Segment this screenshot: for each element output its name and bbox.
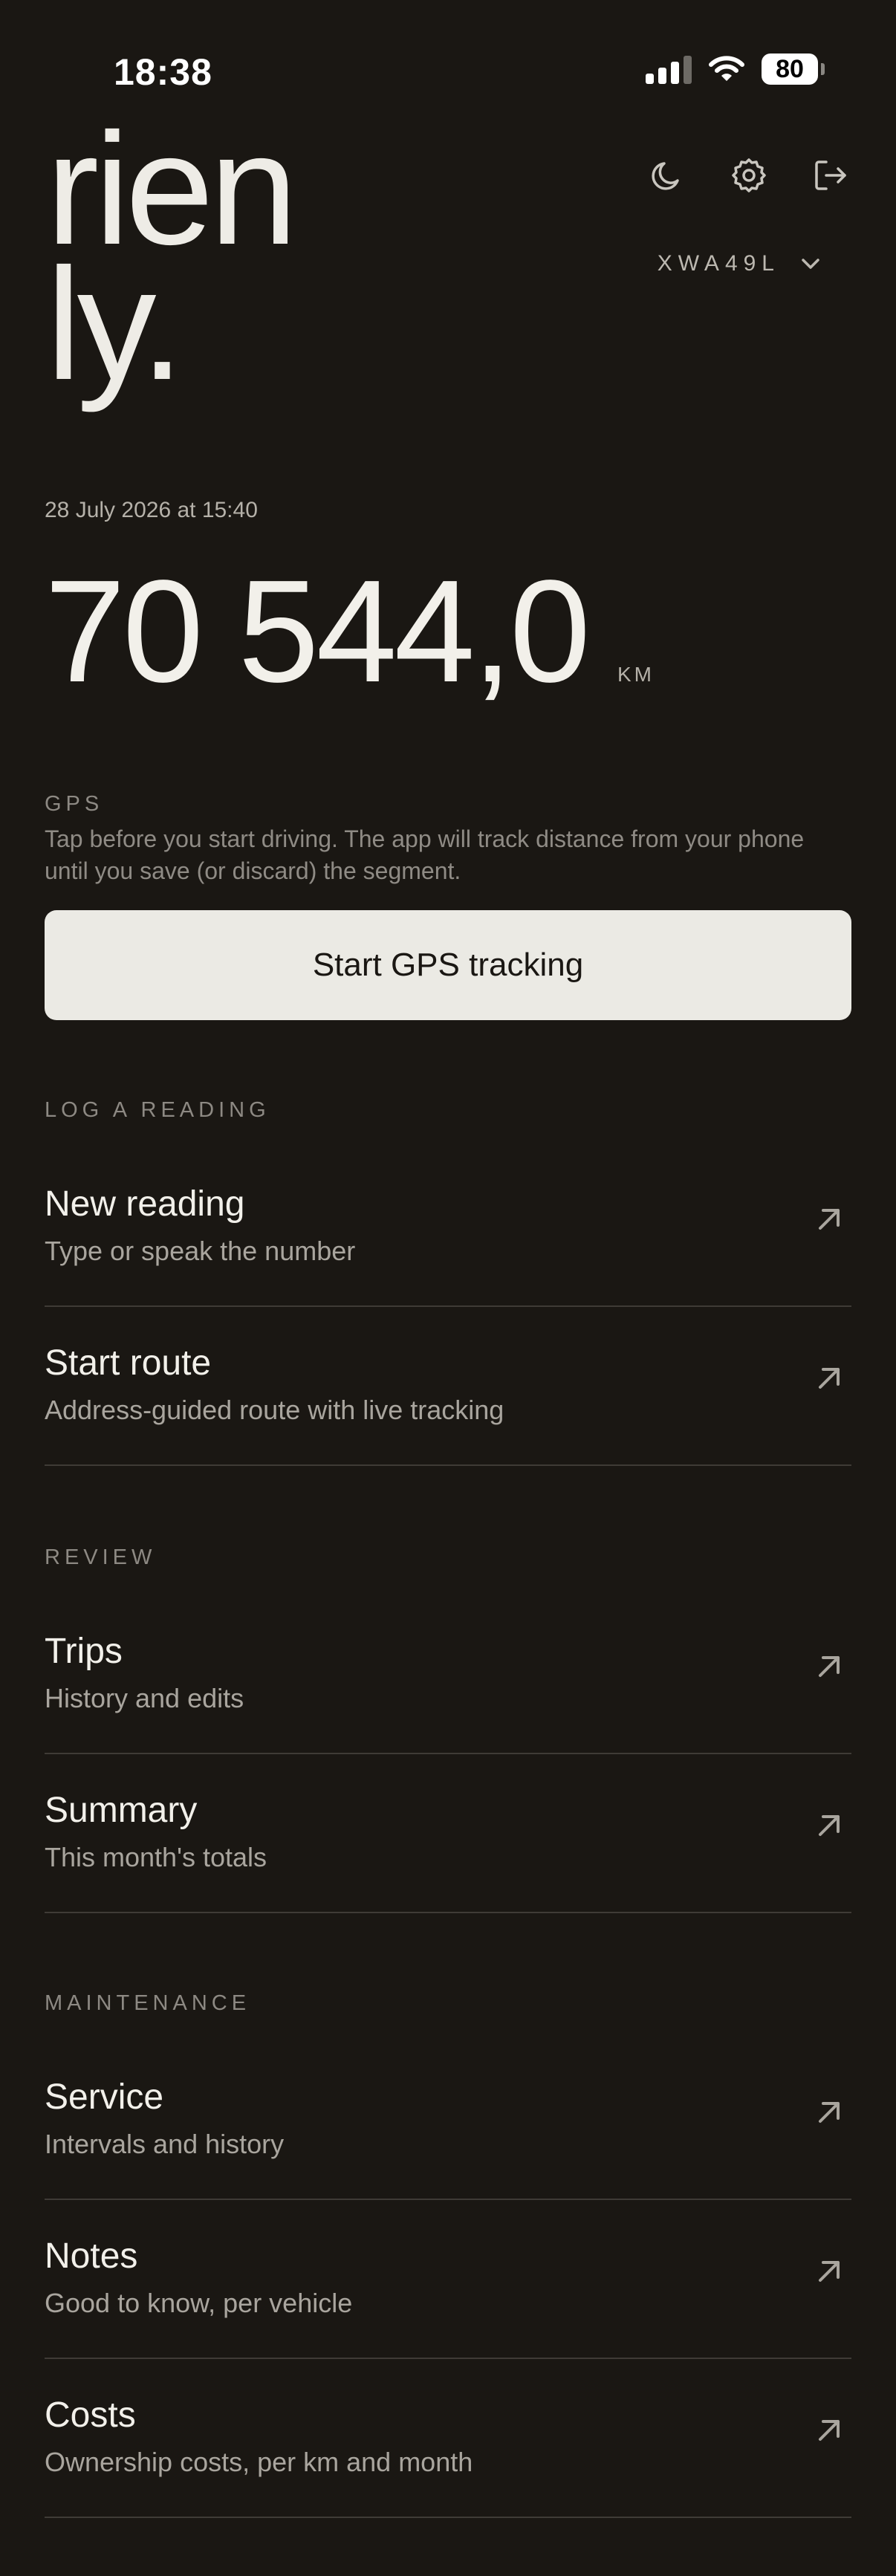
menu-item-title: Trips — [45, 1632, 123, 1671]
moon-icon[interactable] — [648, 156, 686, 195]
arrow-up-right-icon — [814, 2257, 844, 2286]
battery-icon: 80 — [762, 53, 825, 85]
menu-item-title: Start route — [45, 1343, 212, 1383]
arrow-up-right-icon — [814, 1204, 844, 1234]
menu-item-title: Costs — [45, 2395, 136, 2435]
menu-item-subtitle: Good to know, per vehicle — [45, 2288, 353, 2318]
wifi-icon — [709, 56, 744, 81]
status-icons: 80 — [646, 53, 825, 85]
logout-icon[interactable] — [811, 156, 850, 195]
menu-item-start-route[interactable]: Start route Address-guided route with li… — [45, 1307, 851, 1466]
menu-item-title: Notes — [45, 2236, 138, 2276]
chevron-down-icon — [802, 259, 819, 269]
menu-item-subtitle: Type or speak the number — [45, 1236, 356, 1266]
cellular-signal-icon — [646, 54, 692, 84]
gps-section-label: GPS — [45, 792, 104, 816]
status-time: 18:38 — [114, 51, 212, 93]
menu-item-service[interactable]: Service Intervals and history — [45, 2041, 851, 2200]
menu-item-summary[interactable]: Summary This month's totals — [45, 1754, 851, 1913]
logo-line-2: ly. — [46, 236, 184, 413]
menu-item-title: Summary — [45, 1791, 198, 1830]
arrow-up-right-icon — [814, 1652, 844, 1681]
vehicle-id: XWA49L — [657, 251, 780, 276]
app-logo: rien ly. — [46, 110, 298, 413]
gear-icon[interactable] — [730, 156, 768, 195]
log-section-label: LOG A READING — [45, 1098, 270, 1122]
menu-item-costs[interactable]: Costs Ownership costs, per km and month — [45, 2359, 851, 2518]
menu-item-notes[interactable]: Notes Good to know, per vehicle — [45, 2200, 851, 2359]
reading-timestamp: 28 July 2026 at 15:40 — [45, 498, 258, 522]
odometer-value: 70 544,0 — [45, 550, 591, 713]
menu-item-title: New reading — [45, 1184, 245, 1224]
menu-item-subtitle: Intervals and history — [45, 2129, 285, 2159]
review-section-label: REVIEW — [45, 1545, 157, 1569]
menu-item-subtitle: This month's totals — [45, 1842, 267, 1872]
menu-item-title: Service — [45, 2077, 164, 2117]
menu-item-subtitle: History and edits — [45, 1683, 244, 1713]
menu-item-subtitle: Address-guided route with live tracking — [45, 1395, 504, 1425]
header-actions — [648, 156, 850, 195]
menu-item-new-reading[interactable]: New reading Type or speak the number — [45, 1148, 851, 1307]
arrow-up-right-icon — [814, 2416, 844, 2445]
arrow-up-right-icon — [814, 1363, 844, 1393]
gps-description: Tap before you start driving. The app wi… — [45, 825, 805, 884]
odometer-unit: KM — [617, 663, 655, 686]
arrow-up-right-icon — [814, 2098, 844, 2127]
home-screen: 18:38 80 rien ly. XWA49L 28 July 2026 at… — [0, 0, 896, 2576]
status-bar: 18:38 80 — [0, 45, 896, 104]
menu-item-subtitle: Ownership costs, per km and month — [45, 2447, 473, 2477]
start-gps-tracking-button[interactable]: Start GPS tracking — [45, 910, 851, 1020]
battery-level: 80 — [776, 54, 804, 83]
arrow-up-right-icon — [814, 1811, 844, 1840]
maintenance-section-label: MAINTENANCE — [45, 1991, 251, 2015]
odometer-display: 70 544,0 KM — [45, 559, 655, 704]
menu-item-trips[interactable]: Trips History and edits — [45, 1595, 851, 1754]
vehicle-selector[interactable]: XWA49L — [658, 251, 822, 276]
